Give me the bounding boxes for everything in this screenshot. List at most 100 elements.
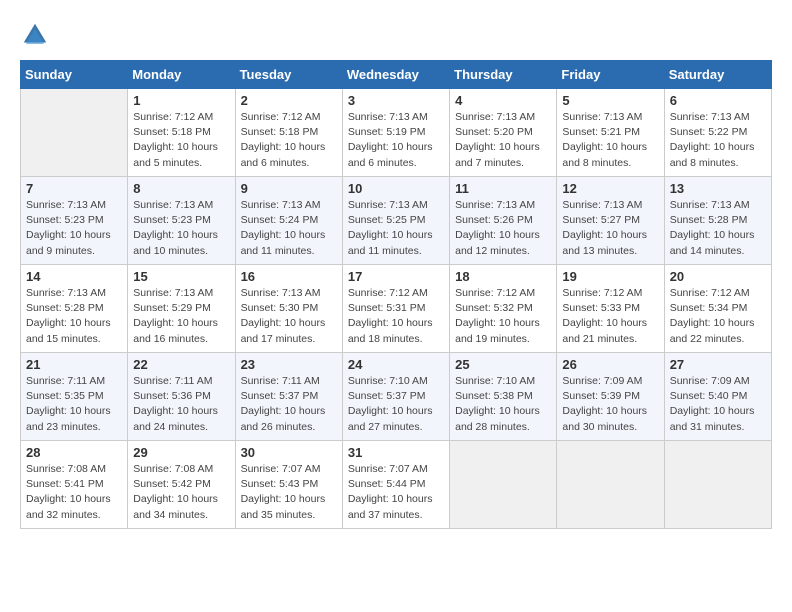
- weekday-header-monday: Monday: [128, 61, 235, 89]
- day-info: Sunrise: 7:13 AM Sunset: 5:24 PM Dayligh…: [241, 198, 337, 259]
- calendar-cell: 7 Sunrise: 7:13 AM Sunset: 5:23 PM Daylig…: [21, 177, 128, 265]
- calendar-cell: 28 Sunrise: 7:08 AM Sunset: 5:41 PM Dayli…: [21, 441, 128, 529]
- calendar-cell: 29Sunrise: 7:08 AM Sunset: 5:42 PM Dayli…: [128, 441, 235, 529]
- day-info: Sunrise: 7:13 AM Sunset: 5:22 PM Dayligh…: [670, 110, 766, 171]
- calendar-cell: [21, 89, 128, 177]
- day-number: 13: [670, 181, 766, 196]
- day-info: Sunrise: 7:08 AM Sunset: 5:41 PM Dayligh…: [26, 462, 122, 523]
- weekday-header-thursday: Thursday: [450, 61, 557, 89]
- day-number: 15: [133, 269, 229, 284]
- day-info: Sunrise: 7:12 AM Sunset: 5:31 PM Dayligh…: [348, 286, 444, 347]
- calendar-week-row: 21 Sunrise: 7:11 AM Sunset: 5:35 PM Dayli…: [21, 353, 772, 441]
- day-info: Sunrise: 7:13 AM Sunset: 5:27 PM Dayligh…: [562, 198, 658, 259]
- day-info: Sunrise: 7:13 AM Sunset: 5:21 PM Dayligh…: [562, 110, 658, 171]
- day-number: 8: [133, 181, 229, 196]
- page-header: [20, 20, 772, 50]
- day-info: Sunrise: 7:12 AM Sunset: 5:34 PM Dayligh…: [670, 286, 766, 347]
- day-number: 11: [455, 181, 551, 196]
- calendar-cell: 19 Sunrise: 7:12 AM Sunset: 5:33 PM Dayli…: [557, 265, 664, 353]
- calendar-cell: 24 Sunrise: 7:10 AM Sunset: 5:37 PM Dayli…: [342, 353, 449, 441]
- day-number: 7: [26, 181, 122, 196]
- day-info: Sunrise: 7:08 AM Sunset: 5:42 PM Dayligh…: [133, 462, 229, 523]
- day-info: Sunrise: 7:13 AM Sunset: 5:25 PM Dayligh…: [348, 198, 444, 259]
- calendar-cell: 16Sunrise: 7:13 AM Sunset: 5:30 PM Dayli…: [235, 265, 342, 353]
- day-number: 30: [241, 445, 337, 460]
- calendar-cell: 5 Sunrise: 7:13 AM Sunset: 5:21 PM Daylig…: [557, 89, 664, 177]
- calendar-cell: 31 Sunrise: 7:07 AM Sunset: 5:44 PM Dayli…: [342, 441, 449, 529]
- day-number: 21: [26, 357, 122, 372]
- calendar-cell: 4Sunrise: 7:13 AM Sunset: 5:20 PM Daylig…: [450, 89, 557, 177]
- weekday-header-wednesday: Wednesday: [342, 61, 449, 89]
- day-info: Sunrise: 7:12 AM Sunset: 5:18 PM Dayligh…: [241, 110, 337, 171]
- logo: [20, 20, 54, 50]
- day-number: 9: [241, 181, 337, 196]
- calendar-cell: [664, 441, 771, 529]
- day-info: Sunrise: 7:10 AM Sunset: 5:37 PM Dayligh…: [348, 374, 444, 435]
- calendar-cell: 6 Sunrise: 7:13 AM Sunset: 5:22 PM Daylig…: [664, 89, 771, 177]
- calendar-week-row: 1 Sunrise: 7:12 AM Sunset: 5:18 PM Daylig…: [21, 89, 772, 177]
- calendar-week-row: 14 Sunrise: 7:13 AM Sunset: 5:28 PM Dayli…: [21, 265, 772, 353]
- calendar-week-row: 28 Sunrise: 7:08 AM Sunset: 5:41 PM Dayli…: [21, 441, 772, 529]
- day-number: 27: [670, 357, 766, 372]
- weekday-header-row: SundayMondayTuesdayWednesdayThursdayFrid…: [21, 61, 772, 89]
- calendar-cell: [450, 441, 557, 529]
- day-number: 4: [455, 93, 551, 108]
- calendar-cell: 9 Sunrise: 7:13 AM Sunset: 5:24 PM Daylig…: [235, 177, 342, 265]
- weekday-header-friday: Friday: [557, 61, 664, 89]
- calendar-cell: 17Sunrise: 7:12 AM Sunset: 5:31 PM Dayli…: [342, 265, 449, 353]
- day-info: Sunrise: 7:13 AM Sunset: 5:26 PM Dayligh…: [455, 198, 551, 259]
- day-number: 20: [670, 269, 766, 284]
- day-number: 2: [241, 93, 337, 108]
- day-number: 26: [562, 357, 658, 372]
- day-number: 23: [241, 357, 337, 372]
- day-info: Sunrise: 7:13 AM Sunset: 5:28 PM Dayligh…: [26, 286, 122, 347]
- calendar-cell: 20 Sunrise: 7:12 AM Sunset: 5:34 PM Dayli…: [664, 265, 771, 353]
- weekday-header-saturday: Saturday: [664, 61, 771, 89]
- calendar-cell: 2 Sunrise: 7:12 AM Sunset: 5:18 PM Daylig…: [235, 89, 342, 177]
- calendar-cell: 14 Sunrise: 7:13 AM Sunset: 5:28 PM Dayli…: [21, 265, 128, 353]
- calendar-cell: 10 Sunrise: 7:13 AM Sunset: 5:25 PM Dayli…: [342, 177, 449, 265]
- day-number: 12: [562, 181, 658, 196]
- day-info: Sunrise: 7:13 AM Sunset: 5:29 PM Dayligh…: [133, 286, 229, 347]
- calendar-cell: 1 Sunrise: 7:12 AM Sunset: 5:18 PM Daylig…: [128, 89, 235, 177]
- day-info: Sunrise: 7:09 AM Sunset: 5:40 PM Dayligh…: [670, 374, 766, 435]
- day-number: 28: [26, 445, 122, 460]
- day-info: Sunrise: 7:12 AM Sunset: 5:18 PM Dayligh…: [133, 110, 229, 171]
- day-number: 14: [26, 269, 122, 284]
- day-number: 31: [348, 445, 444, 460]
- day-info: Sunrise: 7:12 AM Sunset: 5:33 PM Dayligh…: [562, 286, 658, 347]
- day-number: 24: [348, 357, 444, 372]
- calendar-week-row: 7 Sunrise: 7:13 AM Sunset: 5:23 PM Daylig…: [21, 177, 772, 265]
- day-number: 22: [133, 357, 229, 372]
- day-number: 3: [348, 93, 444, 108]
- day-info: Sunrise: 7:13 AM Sunset: 5:19 PM Dayligh…: [348, 110, 444, 171]
- calendar-cell: 22 Sunrise: 7:11 AM Sunset: 5:36 PM Dayli…: [128, 353, 235, 441]
- weekday-header-tuesday: Tuesday: [235, 61, 342, 89]
- day-info: Sunrise: 7:13 AM Sunset: 5:23 PM Dayligh…: [26, 198, 122, 259]
- day-number: 10: [348, 181, 444, 196]
- day-info: Sunrise: 7:07 AM Sunset: 5:44 PM Dayligh…: [348, 462, 444, 523]
- day-number: 25: [455, 357, 551, 372]
- calendar-cell: [557, 441, 664, 529]
- calendar-cell: 21 Sunrise: 7:11 AM Sunset: 5:35 PM Dayli…: [21, 353, 128, 441]
- calendar-cell: 3 Sunrise: 7:13 AM Sunset: 5:19 PM Daylig…: [342, 89, 449, 177]
- day-info: Sunrise: 7:07 AM Sunset: 5:43 PM Dayligh…: [241, 462, 337, 523]
- calendar-table: SundayMondayTuesdayWednesdayThursdayFrid…: [20, 60, 772, 529]
- day-number: 5: [562, 93, 658, 108]
- day-number: 18: [455, 269, 551, 284]
- weekday-header-sunday: Sunday: [21, 61, 128, 89]
- calendar-cell: 18 Sunrise: 7:12 AM Sunset: 5:32 PM Dayli…: [450, 265, 557, 353]
- day-number: 6: [670, 93, 766, 108]
- day-info: Sunrise: 7:12 AM Sunset: 5:32 PM Dayligh…: [455, 286, 551, 347]
- day-info: Sunrise: 7:11 AM Sunset: 5:35 PM Dayligh…: [26, 374, 122, 435]
- day-info: Sunrise: 7:11 AM Sunset: 5:37 PM Dayligh…: [241, 374, 337, 435]
- day-number: 1: [133, 93, 229, 108]
- day-number: 19: [562, 269, 658, 284]
- calendar-cell: 27 Sunrise: 7:09 AM Sunset: 5:40 PM Dayli…: [664, 353, 771, 441]
- day-info: Sunrise: 7:11 AM Sunset: 5:36 PM Dayligh…: [133, 374, 229, 435]
- calendar-cell: 13 Sunrise: 7:13 AM Sunset: 5:28 PM Dayli…: [664, 177, 771, 265]
- day-info: Sunrise: 7:13 AM Sunset: 5:28 PM Dayligh…: [670, 198, 766, 259]
- calendar-cell: 30 Sunrise: 7:07 AM Sunset: 5:43 PM Dayli…: [235, 441, 342, 529]
- calendar-cell: 23 Sunrise: 7:11 AM Sunset: 5:37 PM Dayli…: [235, 353, 342, 441]
- day-info: Sunrise: 7:13 AM Sunset: 5:30 PM Dayligh…: [241, 286, 337, 347]
